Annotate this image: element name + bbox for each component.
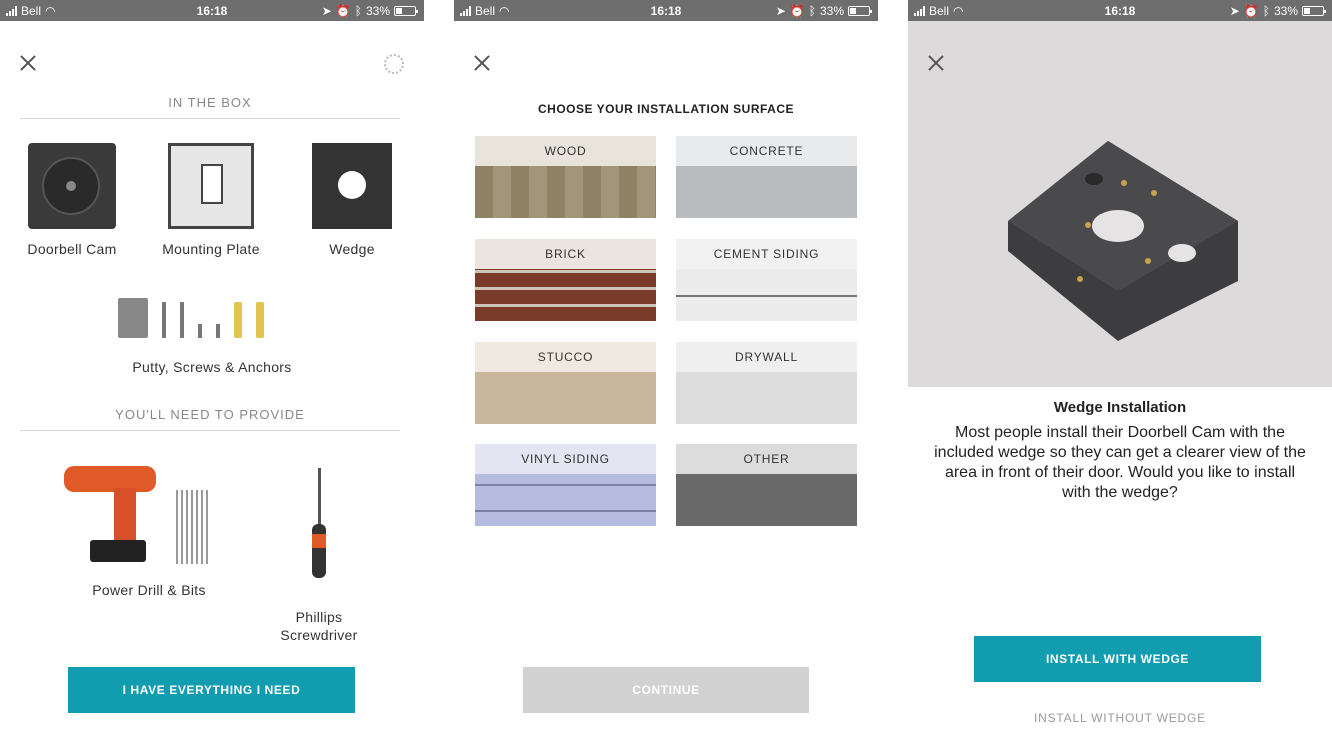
surface-tile-concrete[interactable]: CONCRETE (676, 136, 857, 218)
continue-button[interactable]: CONTINUE (523, 667, 809, 713)
page-title: Wedge Installation (1053, 399, 1187, 416)
hardware-label: Putty, Screws & Anchors (132, 359, 292, 375)
wedge-product-image (1008, 141, 1238, 341)
surface-tile-other[interactable]: OTHER (676, 444, 857, 526)
close-icon[interactable] (926, 53, 946, 73)
screw-image (216, 324, 220, 338)
battery-icon (848, 6, 872, 16)
tool-screwdriver: Phillips Screwdriver (264, 450, 374, 662)
location-icon: ➤ (321, 4, 332, 18)
item-label: Doorbell Cam (27, 241, 117, 257)
tool-power-drill: Power Drill & Bits (64, 460, 234, 600)
item-label: Wedge (329, 241, 375, 257)
close-icon[interactable] (18, 53, 38, 73)
loading-spinner-icon (384, 54, 404, 74)
doorbell-cam-image (28, 143, 116, 229)
surface-tile-stucco[interactable]: STUCCO (475, 342, 656, 424)
bluetooth-icon: ᛒ (808, 4, 816, 18)
surface-label: VINYL SIDING (475, 444, 656, 474)
drywall-swatch (676, 372, 857, 424)
surface-label: STUCCO (475, 342, 656, 372)
item-mounting-plate: Mounting Plate (154, 143, 268, 257)
other-swatch (676, 474, 857, 526)
vinyl-siding-swatch (475, 474, 656, 526)
cement-siding-swatch (676, 269, 857, 321)
page-title: CHOOSE YOUR INSTALLATION SURFACE (537, 102, 794, 116)
screw-image (198, 324, 202, 338)
screen-in-the-box: Bell ◠ 16:18 ➤ ⏰ ᛒ 33% IN THE BOX Doorbe… (0, 0, 424, 754)
mounting-plate-image (168, 143, 254, 229)
alarm-icon: ⏰ (335, 4, 351, 18)
bluetooth-icon: ᛒ (354, 4, 362, 18)
status-bar: Bell ◠ 16:18 ➤ ⏰ ᛒ 33% (0, 0, 424, 21)
stucco-swatch (475, 372, 656, 424)
section-title-in-the-box: IN THE BOX (20, 95, 400, 119)
anchor-image (234, 302, 242, 338)
alarm-icon: ⏰ (1243, 4, 1259, 18)
status-bar: Bell ◠ 16:18 ➤ ⏰ ᛒ 33% (908, 0, 1332, 21)
brick-swatch (475, 269, 656, 321)
status-bar: Bell ◠ 16:18 ➤ ⏰ ᛒ 33% (454, 0, 878, 21)
section-title-provide: YOU'LL NEED TO PROVIDE (20, 407, 400, 431)
surface-label: CONCRETE (676, 136, 857, 166)
surface-tile-drywall[interactable]: DRYWALL (676, 342, 857, 424)
battery-percent: 33% (819, 4, 844, 18)
item-label: Mounting Plate (162, 241, 260, 257)
battery-percent: 33% (1273, 4, 1298, 18)
power-drill-image (64, 460, 156, 570)
tool-label: Phillips Screwdriver (280, 609, 358, 643)
wood-swatch (475, 166, 656, 218)
close-icon[interactable] (472, 53, 492, 73)
battery-icon (1302, 6, 1326, 16)
surface-label: OTHER (676, 444, 857, 474)
battery-icon (394, 6, 418, 16)
item-wedge: Wedge (302, 143, 402, 257)
install-without-wedge-link[interactable]: INSTALL WITHOUT WEDGE (908, 711, 1332, 725)
surface-label: WOOD (475, 136, 656, 166)
surface-label: CEMENT SIDING (676, 239, 857, 269)
surface-tile-brick[interactable]: BRICK (475, 239, 656, 321)
alarm-icon: ⏰ (789, 4, 805, 18)
screen-installation-surface: Bell ◠ 16:18 ➤ ⏰ ᛒ 33% CHOOSE YOUR INSTA… (454, 0, 878, 754)
surface-tile-vinyl-siding[interactable]: VINYL SIDING (475, 444, 656, 526)
wedge-photo (908, 21, 1332, 387)
bluetooth-icon: ᛒ (1262, 4, 1270, 18)
anchor-image (256, 302, 264, 338)
concrete-swatch (676, 166, 857, 218)
battery-percent: 33% (365, 4, 390, 18)
hardware-image (118, 298, 264, 338)
putty-image (118, 298, 148, 338)
surface-label: BRICK (475, 239, 656, 269)
wedge-image (312, 143, 392, 229)
wedge-description: Most people install their Doorbell Cam w… (934, 424, 1306, 501)
screen-wedge-installation: Bell ◠ 16:18 ➤ ⏰ ᛒ 33% Wedge Installatio… (908, 0, 1332, 754)
location-icon: ➤ (775, 4, 786, 18)
screwdriver-image (309, 468, 329, 578)
item-doorbell-cam: Doorbell Cam (22, 143, 122, 257)
screw-image (162, 302, 166, 338)
surface-tile-wood[interactable]: WOOD (475, 136, 656, 218)
install-with-wedge-button[interactable]: INSTALL WITH WEDGE (974, 636, 1261, 682)
drill-bits-image (176, 490, 208, 564)
surface-label: DRYWALL (676, 342, 857, 372)
location-icon: ➤ (1229, 4, 1240, 18)
have-everything-button[interactable]: I HAVE EVERYTHING I NEED (68, 667, 355, 713)
tool-label: Power Drill & Bits (92, 582, 206, 598)
screw-image (180, 302, 184, 338)
surface-tile-cement-siding[interactable]: CEMENT SIDING (676, 239, 857, 321)
